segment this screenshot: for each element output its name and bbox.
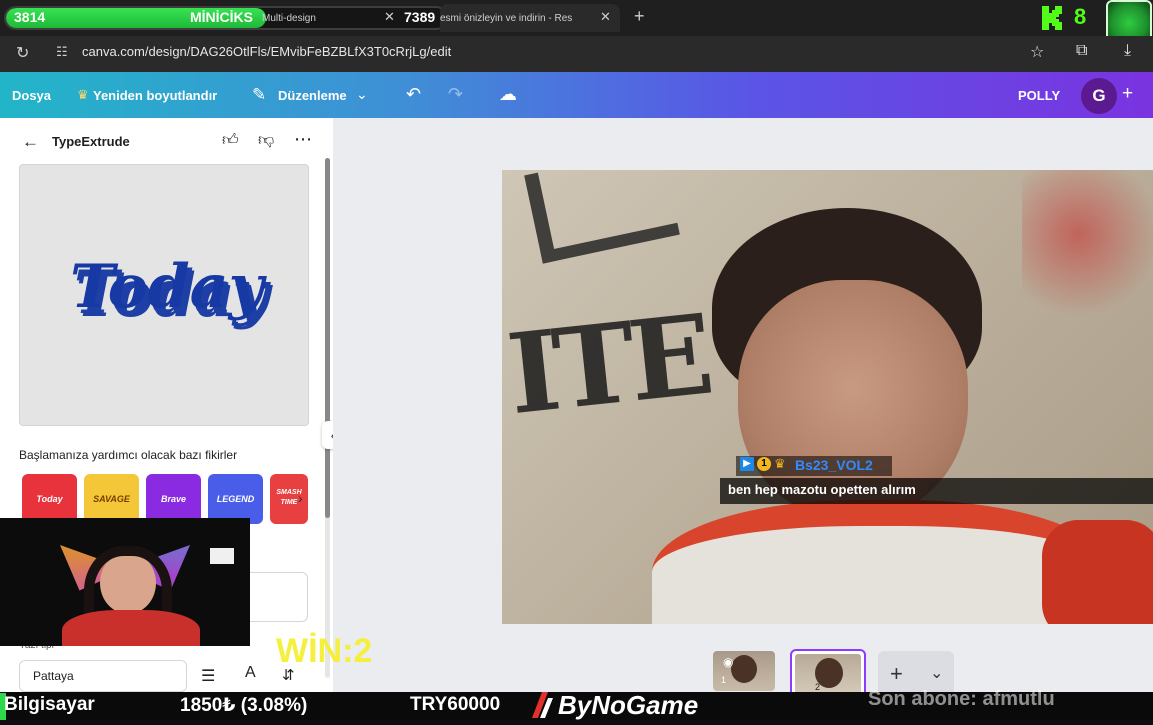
prompt-input[interactable] xyxy=(242,572,308,622)
ticker-brand: ByNoGame xyxy=(558,690,699,720)
page-thumbnail-1[interactable]: ◉ 1 xyxy=(713,651,775,691)
last-subscriber: Son abone: afmutlu xyxy=(868,688,1055,710)
win-counter: WİN:2 xyxy=(276,632,373,670)
person-sleeve xyxy=(1042,520,1153,624)
add-collaborator-button[interactable]: + xyxy=(1122,83,1133,105)
hp-left-value: 3814 xyxy=(14,9,46,25)
panel-scrollbar[interactable] xyxy=(325,158,330,678)
tab-remove-bg[interactable]: esmi önizleyin ve indirin - Res xyxy=(440,6,592,32)
tab-close-icon[interactable]: ✕ xyxy=(384,9,395,25)
tab-close-icon[interactable]: ✕ xyxy=(600,9,611,25)
ticker-goal: TRY60000 xyxy=(410,694,501,715)
panel-scrollbar-thumb[interactable] xyxy=(325,158,330,518)
kick-viewer-count: 8 xyxy=(1074,4,1087,29)
tab-multi-design[interactable]: Multi-design xyxy=(262,6,316,32)
cloud-saved-icon[interactable]: ☁ xyxy=(499,84,517,105)
chat-badge-number: 1 xyxy=(757,457,771,471)
resize-button[interactable]: Yeniden boyutlandır xyxy=(93,88,217,103)
preview-word-shadow: Today xyxy=(70,252,300,322)
idea-card-legend[interactable]: LEGEND xyxy=(208,474,263,524)
pencil-icon: ✎ xyxy=(252,85,267,104)
project-name[interactable]: POLLY xyxy=(1018,88,1060,103)
chat-crown-icon: ♛ xyxy=(774,456,786,471)
thumb-1-face xyxy=(731,655,757,683)
bynogame-logo-icon xyxy=(526,690,556,720)
kick-logo-icon xyxy=(1040,5,1068,31)
plus-icon: + xyxy=(890,661,903,686)
panel-title: TypeExtrude xyxy=(52,134,130,149)
site-info-icon[interactable]: ☷ xyxy=(56,44,68,60)
back-arrow-icon[interactable]: ← xyxy=(22,132,39,152)
design-canvas[interactable]: ITE xyxy=(502,170,1153,624)
webcam-background-light xyxy=(210,548,234,564)
webcam-hoodie xyxy=(62,610,200,646)
chat-badge-icon: ▶ xyxy=(740,457,754,471)
idea-card-savage[interactable]: SAVAGE xyxy=(84,474,139,524)
edit-mode-button[interactable]: Düzenleme xyxy=(278,88,347,103)
new-tab-button[interactable]: + xyxy=(634,6,645,27)
page-number-1: 1 xyxy=(721,675,727,685)
avatar-letter: G xyxy=(1092,86,1106,105)
chat-username: Bs23_VOL2 xyxy=(795,457,873,473)
avatar[interactable]: G xyxy=(1081,78,1117,114)
ticker-price: 1850₺ (3.08%) xyxy=(180,695,308,716)
crown-icon: ♛ xyxy=(77,87,89,102)
font-size-icon[interactable]: A xyxy=(245,664,256,682)
chevron-down-icon: ⌄ xyxy=(930,665,944,682)
idea-card-brave[interactable]: Brave xyxy=(146,474,201,524)
redo-icon[interactable]: ↷ xyxy=(448,84,463,105)
chat-message: ben hep mazotu opetten alırım xyxy=(728,482,916,497)
graffiti-red xyxy=(1022,170,1153,330)
hidden-eye-icon: ◉ xyxy=(723,655,734,669)
url-text: canva.com/design/DAG26OtlFls/EMvibFeBZBL… xyxy=(82,44,452,59)
reload-icon[interactable]: ↻ xyxy=(16,43,29,63)
graffiti-stroke xyxy=(524,170,680,264)
page-number-2: 2 xyxy=(815,682,821,692)
idea-card-today[interactable]: Today xyxy=(22,474,77,524)
thumbs-up-icon[interactable]: 👍︎ xyxy=(222,131,239,150)
more-options-icon[interactable]: ⋯ xyxy=(294,129,313,150)
carousel-next-icon[interactable]: › xyxy=(298,490,303,506)
font-select-value: Pattaya xyxy=(33,669,74,683)
extensions-icon[interactable]: ⧉ xyxy=(1076,42,1087,60)
preview-word: Today xyxy=(70,252,264,322)
file-menu-button[interactable]: Dosya xyxy=(12,88,51,103)
download-icon[interactable]: ⤓ xyxy=(1124,42,1131,60)
ticker-category: Bilgisayar xyxy=(4,694,95,715)
hp-right-value: 7389 xyxy=(404,9,436,25)
align-center-icon[interactable]: ☰ xyxy=(201,666,215,686)
graffiti-text: ITE xyxy=(502,289,714,440)
undo-icon[interactable]: ↶ xyxy=(406,84,421,105)
webcam-feed xyxy=(0,518,250,646)
streamer-name: MİNİCİKS xyxy=(190,9,253,25)
thumbs-down-icon[interactable]: 👎︎ xyxy=(258,131,274,150)
chevron-down-icon[interactable]: ⌄ xyxy=(356,86,368,103)
ideas-heading: Başlamanıza yardımcı olacak bazı fikirle… xyxy=(19,448,238,462)
bookmark-star-icon[interactable]: ☆ xyxy=(1030,42,1044,62)
